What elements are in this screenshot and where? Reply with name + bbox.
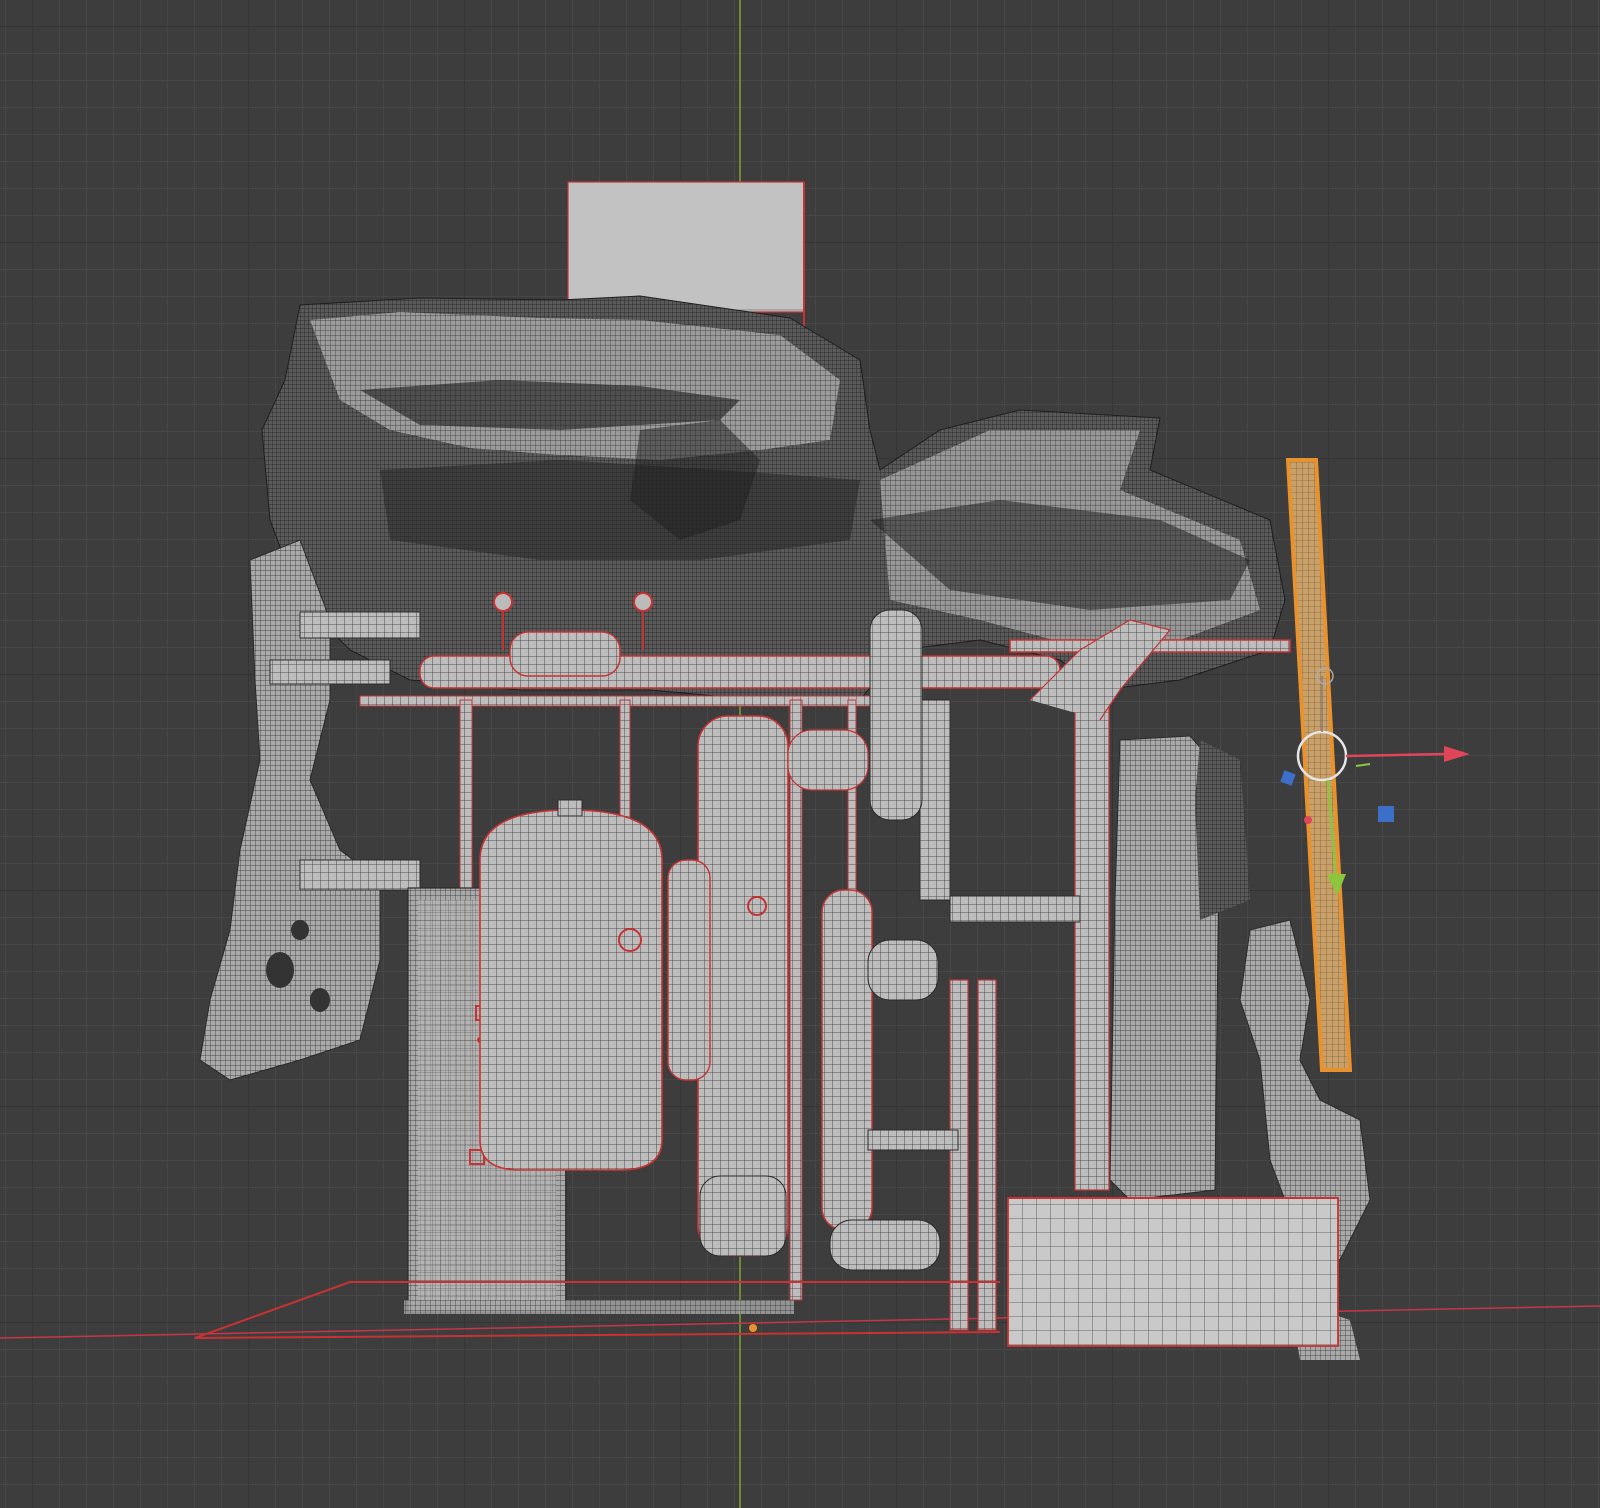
gauge-icon — [493, 592, 513, 612]
storage-tank[interactable] — [479, 799, 663, 1171]
move-arrow-x-head[interactable] — [1444, 746, 1470, 762]
small-vessel[interactable] — [869, 609, 923, 821]
move-arrow-x-icon[interactable] — [1345, 752, 1447, 758]
plane-handle-icon[interactable] — [1304, 816, 1312, 824]
tall-column[interactable] — [667, 715, 789, 1257]
gauge-icon — [633, 592, 653, 612]
scene-origin-dot — [749, 1324, 757, 1332]
3d-viewport[interactable] — [0, 0, 1600, 1508]
scanned-left-wall[interactable] — [199, 539, 421, 1081]
plane-handle-icon[interactable] — [1378, 806, 1394, 822]
scene-canvas[interactable] — [0, 0, 1600, 1508]
floor-outline — [194, 1281, 1001, 1339]
plane-handle-icon[interactable] — [1355, 763, 1371, 767]
front-right-box[interactable] — [1007, 1197, 1339, 1347]
plane-handle-icon[interactable] — [1280, 770, 1296, 786]
backdrop-plane[interactable] — [567, 181, 805, 313]
